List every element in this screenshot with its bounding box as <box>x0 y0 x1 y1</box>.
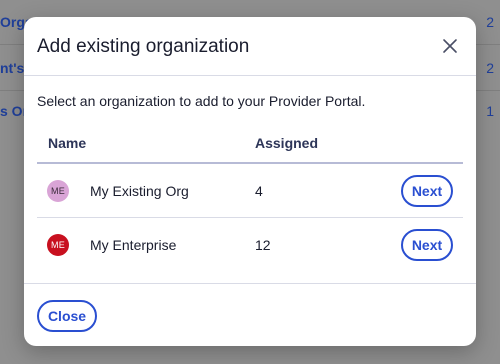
dialog-header: Add existing organization <box>24 17 476 76</box>
next-button[interactable]: Next <box>401 229 453 261</box>
close-button[interactable]: Close <box>37 300 97 332</box>
assigned-count: 4 <box>255 183 263 199</box>
assigned-count: 12 <box>255 237 271 253</box>
avatar: ME <box>47 234 69 256</box>
organization-name: My Enterprise <box>90 237 177 253</box>
table-row: ME My Existing Org 4 Next <box>37 164 463 218</box>
avatar: ME <box>47 180 69 202</box>
add-organization-dialog: Add existing organization Select an orga… <box>24 17 476 346</box>
dialog-footer-divider <box>24 283 476 284</box>
table-row: ME My Enterprise 12 Next <box>37 218 463 272</box>
dialog-title: Add existing organization <box>37 36 250 57</box>
background-link: nt's <box>0 60 25 76</box>
column-header-name: Name <box>48 135 87 151</box>
dialog-description: Select an organization to add to your Pr… <box>37 93 366 109</box>
background-count: 2 <box>486 60 494 76</box>
next-button[interactable]: Next <box>401 175 453 207</box>
column-header-assigned: Assigned <box>255 135 319 151</box>
organization-name: My Existing Org <box>90 183 189 199</box>
close-icon[interactable] <box>438 34 462 58</box>
background-count: 1 <box>486 103 494 119</box>
background-count: 2 <box>486 14 494 30</box>
